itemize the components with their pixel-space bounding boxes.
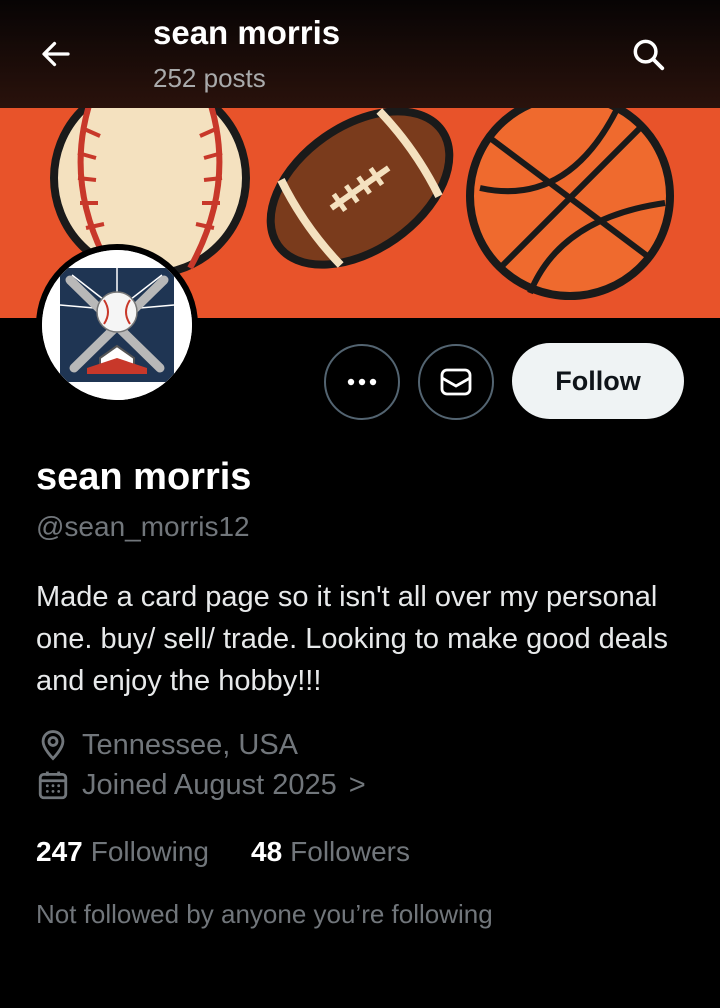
profile-display-name: sean morris (36, 456, 252, 498)
following-stat[interactable]: 247 Following (36, 836, 209, 868)
follow-stats: 247 Following 48 Followers (36, 836, 452, 868)
profile-joined-date[interactable]: Joined August 2025 > (36, 768, 366, 802)
following-count: 247 (36, 836, 83, 867)
back-button[interactable] (32, 30, 80, 78)
header-title: sean morris (153, 14, 341, 51)
more-icon (347, 378, 377, 386)
baseball-logo-avatar-image (42, 250, 192, 400)
message-button[interactable] (418, 344, 494, 420)
top-bar: sean morris 252 posts (0, 0, 720, 108)
avatar[interactable] (36, 244, 198, 406)
follow-button[interactable]: Follow (512, 343, 684, 419)
profile-location: Tennessee, USA (36, 728, 298, 762)
location-pin-icon (41, 730, 65, 761)
header-post-count: 252 posts (153, 63, 266, 93)
not-followed-note: Not followed by anyone you’re following (36, 899, 493, 929)
joined-text: Joined August 2025 (82, 768, 337, 801)
chevron-right-icon: > (348, 768, 366, 801)
profile-handle: @sean_morris12 (36, 511, 250, 542)
envelope-icon (440, 368, 472, 396)
followers-count: 48 (251, 836, 283, 867)
more-options-button[interactable] (324, 344, 400, 420)
search-icon (633, 39, 665, 71)
location-text: Tennessee, USA (82, 728, 299, 761)
followers-stat[interactable]: 48 Followers (251, 836, 410, 868)
following-label: Following (90, 836, 209, 867)
arrow-left-icon (42, 41, 70, 67)
followers-label: Followers (290, 836, 410, 867)
profile-bio: Made a card page so it isn't all over my… (36, 581, 668, 697)
calendar-icon (38, 771, 68, 800)
profile-page: sean morris 252 posts Follow sean morris… (0, 0, 720, 1008)
search-button[interactable] (624, 30, 672, 78)
